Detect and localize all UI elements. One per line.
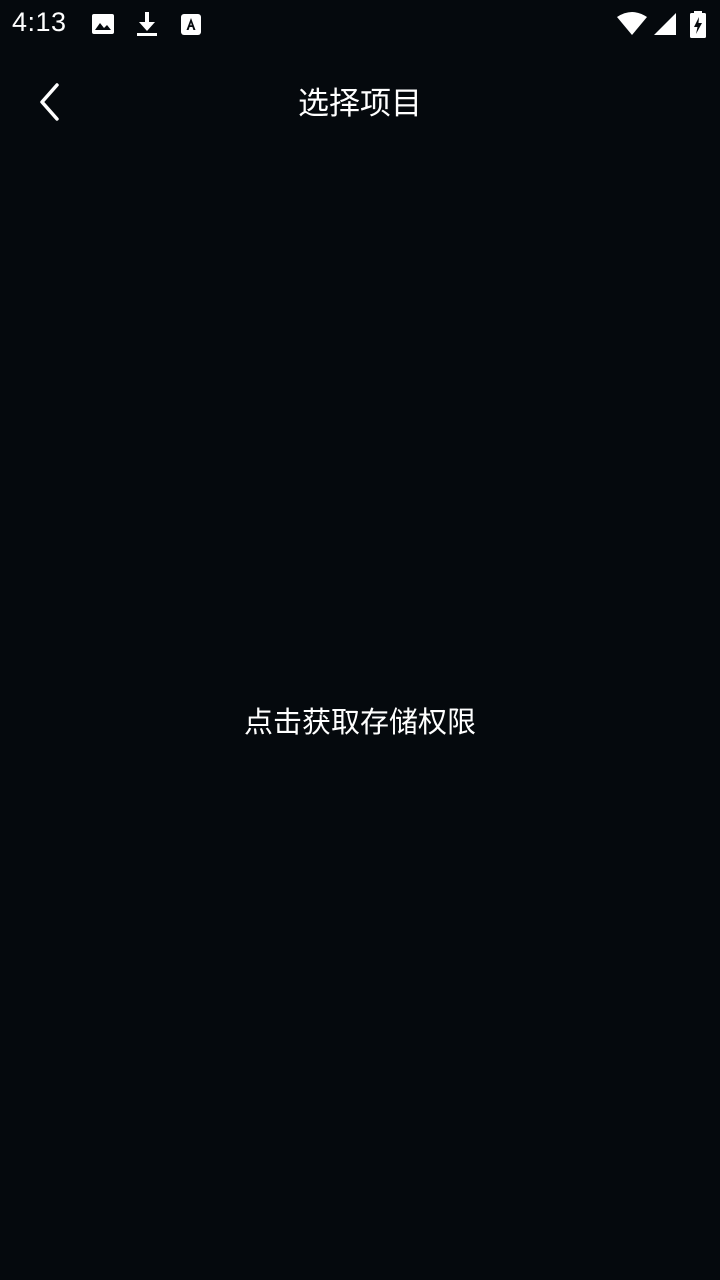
image-icon [90,11,116,37]
battery-charging-icon [688,11,708,38]
storage-permission-prompt[interactable]: 点击获取存储权限 [160,696,560,748]
status-time: 4:13 [12,7,67,37]
text-a-icon [178,11,204,37]
app-bar: 选择项目 [0,48,720,160]
wifi-icon [616,11,648,37]
cell-signal-icon [652,11,678,37]
download-icon [134,11,160,37]
screen: 4:13 选择项目 点击获取存储权限 [0,0,720,1280]
page-title: 选择项目 [298,86,422,122]
status-bar: 4:13 [0,0,720,48]
